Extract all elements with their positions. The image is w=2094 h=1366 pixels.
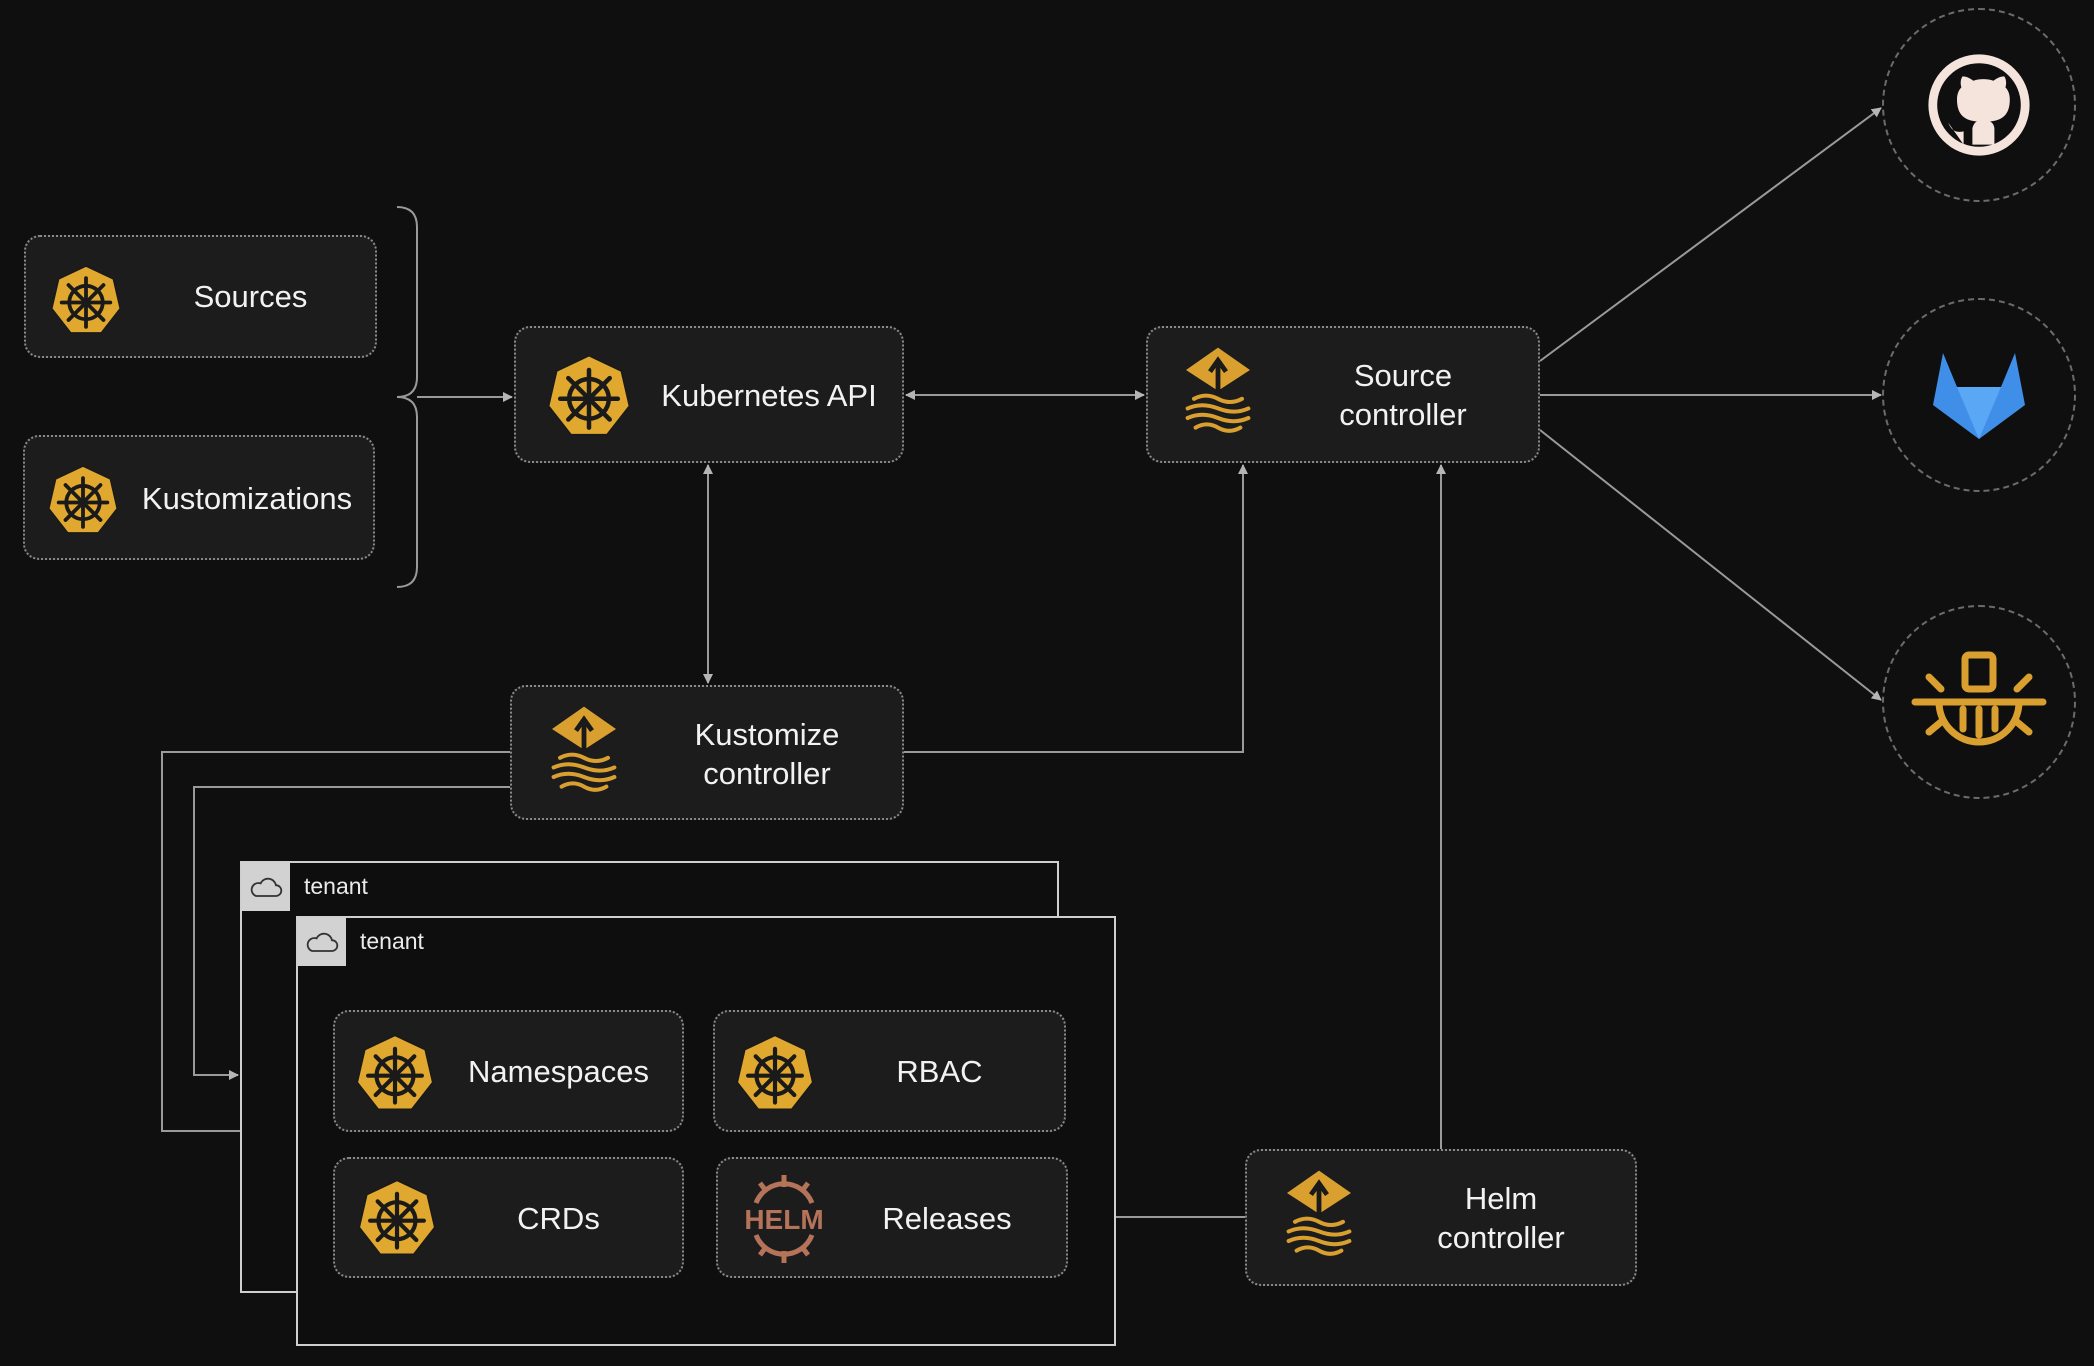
gitlab-icon — [1933, 353, 2025, 439]
tenant-label: tenant — [360, 928, 424, 954]
rbac-node[interactable]: RBAC — [713, 1010, 1066, 1132]
source-to-github-arrow — [1539, 107, 1882, 362]
kubernetes-icon — [544, 352, 634, 442]
flux-icon — [1178, 340, 1258, 440]
sources-node[interactable]: Sources — [24, 235, 377, 358]
github-icon — [1928, 54, 2030, 156]
sources-label: Sources — [193, 279, 308, 314]
flux-icon — [1279, 1163, 1359, 1263]
kustomize-to-source-arrow — [904, 464, 1248, 753]
github-source[interactable] — [1882, 8, 2076, 202]
kustomize-controller-label: Kustomize controller — [694, 717, 840, 791]
source-controller-node[interactable]: Source controller — [1146, 326, 1540, 463]
namespaces-node[interactable]: Namespaces — [333, 1010, 684, 1132]
oci-registry-source[interactable] — [1882, 605, 2076, 799]
releases-node[interactable]: HELM Releases — [716, 1157, 1068, 1278]
helm-controller-label: Helm controller — [1437, 1181, 1565, 1255]
crds-label: CRDs — [517, 1201, 600, 1236]
tenant-tab — [242, 863, 290, 911]
tenant-tab — [298, 918, 346, 966]
svg-text:HELM: HELM — [744, 1204, 823, 1235]
kubernetes-icon — [45, 463, 121, 539]
tenant-label: tenant — [304, 873, 368, 899]
kubernetes-api-label: Kubernetes API — [661, 378, 877, 413]
crds-node[interactable]: CRDs — [333, 1157, 684, 1278]
kubernetes-icon — [355, 1177, 439, 1261]
helm-controller-node[interactable]: Helm controller — [1245, 1149, 1637, 1286]
rbac-label: RBAC — [896, 1054, 983, 1089]
flux-icon — [544, 699, 624, 799]
releases-label: Releases — [882, 1201, 1012, 1236]
source-to-oci-arrow — [1539, 429, 1882, 701]
kubernetes-icon — [353, 1032, 437, 1116]
bracket — [396, 206, 418, 588]
cloud-icon — [304, 929, 340, 955]
kubernetes-icon — [733, 1032, 817, 1116]
oci-registry-icon — [1911, 651, 2047, 746]
kustomizations-label: Kustomizations — [141, 481, 353, 516]
kustomizations-node[interactable]: Kustomizations — [23, 435, 375, 560]
gitlab-source[interactable] — [1882, 298, 2076, 492]
kustomize-controller-node[interactable]: Kustomize controller — [510, 685, 904, 820]
kubernetes-icon — [48, 263, 124, 339]
source-controller-label: Source controller — [1339, 358, 1467, 432]
helm-icon: HELM — [744, 1175, 824, 1263]
kubernetes-api-node[interactable]: Kubernetes API — [514, 326, 904, 463]
namespaces-label: Namespaces — [468, 1054, 649, 1089]
cloud-icon — [248, 874, 284, 900]
